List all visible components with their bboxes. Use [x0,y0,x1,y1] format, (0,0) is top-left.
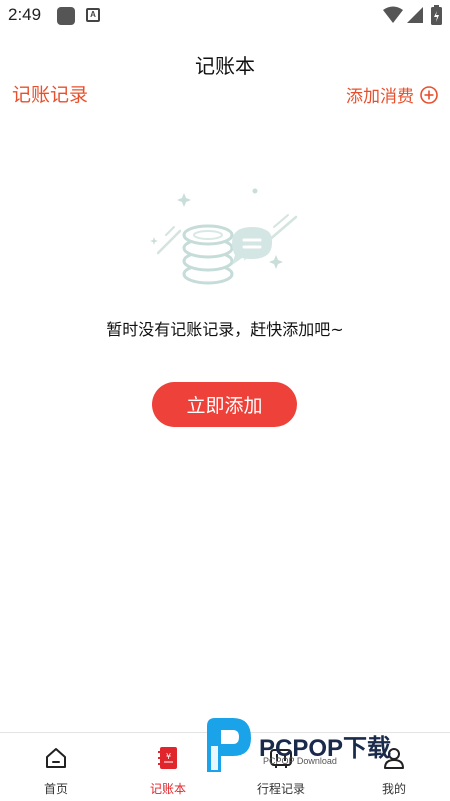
empty-coins-illustration [150,188,298,285]
keyboard-notification-icon: A [86,8,100,22]
add-expense-label: 添加消费 [346,87,414,107]
itinerary-icon [270,749,292,768]
nav-item-itinerary[interactable]: 行程记录 [225,733,337,801]
add-now-button[interactable]: 立即添加 [152,382,297,427]
wifi-icon [383,6,403,23]
nav-label-notebook: 记账本 [149,782,186,796]
nav-label-profile: 我的 [381,782,406,796]
app-notification-icon [57,7,75,25]
signal-icon [407,7,423,23]
svg-text:¥: ¥ [166,752,171,761]
notebook-icon: ¥ [158,747,177,769]
status-time: 2:49 [8,5,42,24]
bottom-nav: 首页 ¥ 记账本 行程记录 我的 [0,732,450,800]
nav-item-home[interactable]: 首页 [0,733,112,801]
empty-message: 暂时没有记账记录，赶快添加吧~ [106,320,344,339]
nav-item-profile[interactable]: 我的 [338,733,450,801]
page-title: 记账本 [195,54,255,78]
status-bar: 2:49 A [0,0,450,32]
home-icon [46,748,66,768]
nav-label-itinerary: 行程记录 [256,782,305,796]
profile-icon [384,748,404,769]
nav-label-home: 首页 [43,782,68,796]
nav-item-notebook[interactable]: ¥ 记账本 [112,733,224,801]
add-circle-icon [420,85,438,104]
battery-icon [431,5,442,25]
add-expense-link[interactable]: 添加消费 [346,82,438,107]
records-link[interactable]: 记账记录 [12,80,88,107]
